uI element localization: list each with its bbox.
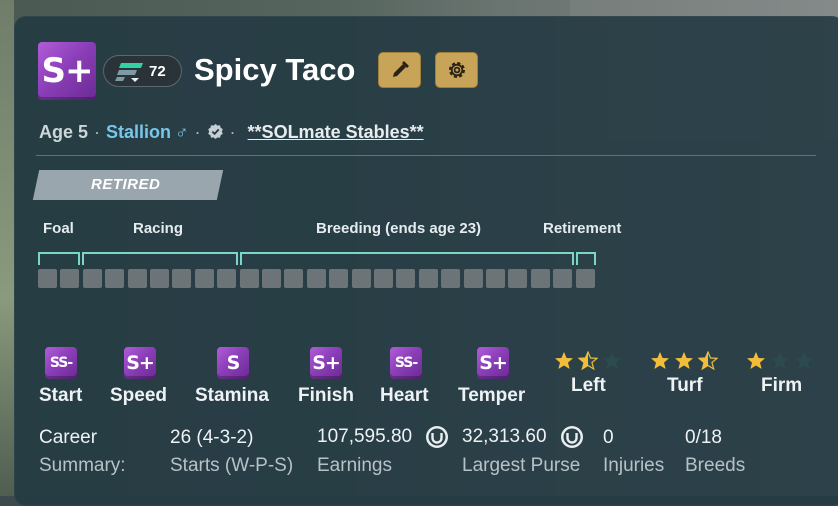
age-cell (82, 269, 102, 288)
summary-label-line1: Career (39, 427, 98, 448)
purse-row: 32,313.60 (462, 425, 584, 449)
breeds-value: 0/18 (685, 427, 722, 448)
age-cell (172, 269, 192, 288)
age-cell (217, 269, 237, 288)
stat-grade-badge: SS- (390, 347, 422, 379)
starts-value: 26 (4-3-2) (170, 427, 254, 448)
settings-button[interactable] (435, 52, 478, 88)
pencil-icon (392, 61, 409, 77)
status-tag-label: RETIRED (91, 176, 161, 193)
star-empty-icon (603, 352, 621, 369)
earnings-row: 107,595.80 (317, 425, 449, 449)
gear-icon (448, 62, 465, 78)
age: Age 5 (39, 122, 89, 142)
age-cell (553, 269, 573, 288)
age-cell (38, 269, 57, 288)
separator-dot: · (94, 122, 101, 142)
section-divider (36, 155, 816, 156)
star-full-icon (747, 352, 765, 369)
stat-label-start: Start (39, 385, 83, 406)
horseshoe-coin-icon (560, 426, 583, 448)
stat-label-speed: Speed (110, 385, 168, 406)
overall-grade-badge: S+ (38, 42, 96, 100)
stat-grade-badge: S+ (477, 347, 509, 379)
rating-pill[interactable]: 72 (103, 55, 182, 87)
star-full-icon (651, 352, 669, 369)
preference-label-left: Left (571, 375, 606, 396)
age-cell (463, 269, 483, 288)
horseshoe-coin-icon (426, 426, 449, 448)
age-cell (486, 269, 505, 288)
breeds-label: Breeds (685, 455, 746, 476)
separator-dot: · (229, 122, 236, 142)
male-symbol-icon: ♂ (175, 122, 189, 142)
stat-label-stamina: Stamina (195, 385, 269, 406)
age-cell (284, 269, 304, 288)
age-cell (194, 269, 214, 288)
stage-label-foal: Foal (43, 220, 74, 237)
age-cell (575, 269, 595, 288)
stage-label-racing: Racing (133, 220, 184, 237)
age-cell (239, 269, 259, 288)
star-half-icon (578, 351, 598, 371)
verified-badge-icon (207, 124, 223, 139)
stat-label-heart: Heart (380, 385, 429, 406)
edit-button[interactable] (378, 52, 421, 88)
age-cell (441, 269, 461, 288)
stat-grade-badge: S (217, 347, 249, 379)
stat-grade-badge: SS- (45, 347, 77, 379)
injuries-label: Injuries (603, 455, 665, 476)
purse-value: 32,313.60 (462, 426, 547, 448)
age-cell (306, 269, 326, 288)
stat-label-temper: Temper (458, 385, 526, 406)
age-cell (418, 269, 438, 288)
starts-label: Starts (W-P-S) (170, 455, 294, 476)
age-cell (396, 269, 416, 288)
purse-label: Largest Purse (462, 455, 581, 476)
separator-dot: · (194, 122, 201, 142)
star-full-icon (675, 352, 693, 369)
age-cell (262, 269, 281, 288)
age-cell (374, 269, 393, 288)
star-rating-left (554, 351, 622, 371)
stage-bracket-breeding (240, 252, 574, 265)
age-cell (508, 269, 528, 288)
age-cell (150, 269, 169, 288)
star-empty-icon (795, 352, 813, 369)
age-cell (351, 269, 371, 288)
star-empty-icon (771, 352, 789, 369)
stable-link[interactable]: **SOLmate Stables** (248, 122, 424, 142)
speed-lines-icon (115, 63, 143, 82)
preference-label-turf: Turf (667, 375, 703, 396)
stat-grade-badge: S+ (124, 347, 156, 379)
earnings-label: Earnings (317, 455, 392, 476)
stat-grade-badge: S+ (310, 347, 342, 379)
stage-label-retirement: Retirement (543, 220, 622, 237)
stage-bracket-racing (82, 252, 238, 265)
summary-label-line2: Summary: (39, 455, 126, 476)
stage-bracket-foal (38, 252, 80, 265)
star-half-icon (698, 351, 718, 371)
stat-label-finish: Finish (298, 385, 354, 406)
horse-name: Spicy Taco (194, 52, 356, 87)
preference-label-firm: Firm (761, 375, 803, 396)
star-rating-firm (746, 351, 814, 371)
rating-value: 72 (149, 63, 166, 80)
background-edge (0, 0, 14, 496)
age-cell (329, 269, 349, 288)
stage-label-breeding: Breeding (ends age 23) (316, 220, 482, 237)
gender: Stallion (106, 122, 172, 142)
age-cell (127, 269, 147, 288)
star-rating-turf (650, 351, 718, 371)
stage-bracket-retirement (576, 252, 596, 265)
star-full-icon (555, 352, 573, 369)
age-cell (530, 269, 550, 288)
horse-info-line: Age 5 · Stallion ♂ · · **SOLmate Stables** (39, 122, 424, 143)
injuries-value: 0 (603, 427, 614, 448)
age-cell (60, 269, 80, 288)
earnings-value: 107,595.80 (317, 426, 413, 448)
age-cell (105, 269, 125, 288)
